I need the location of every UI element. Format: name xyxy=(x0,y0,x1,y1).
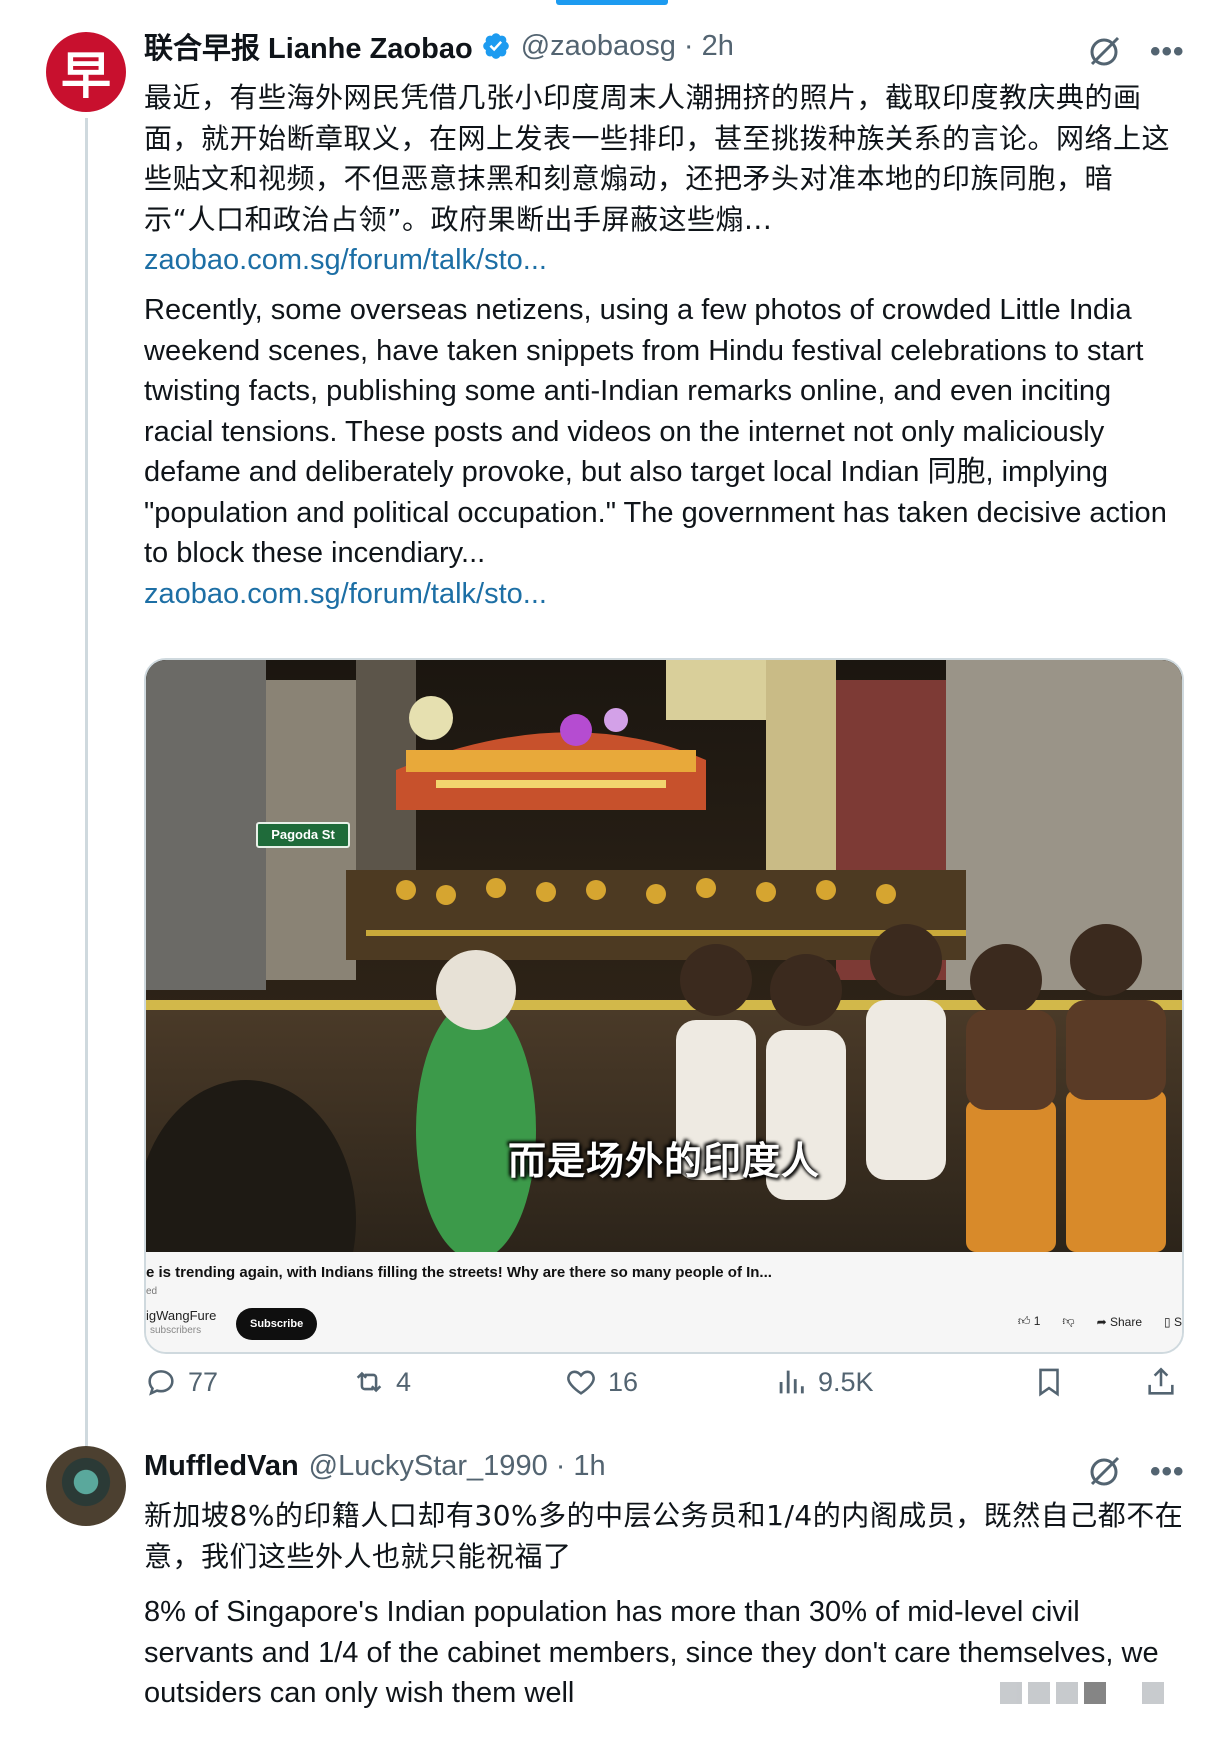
reply-icon xyxy=(148,1370,174,1396)
video-subtitle: 而是场外的印度人 xyxy=(507,1139,820,1183)
embedded-video-card[interactable]: Pagoda St 而是场外的印度人 e is trending again, … xyxy=(144,658,1184,1354)
share-upload-icon xyxy=(1148,1367,1174,1395)
separator-dot: · xyxy=(555,1449,566,1482)
tweet1-zh-body: 最近，有些海外网民凭借几张小印度周末人潮拥挤的照片，截取印度教庆典的画面，就开始… xyxy=(144,81,1171,236)
grok-icon[interactable] xyxy=(1086,34,1122,70)
video-save-button[interactable]: ▯ S xyxy=(1164,1315,1182,1329)
retweet-count: 4 xyxy=(396,1366,412,1397)
more-options-icon[interactable]: ••• xyxy=(1150,35,1185,69)
twitter-thread-screenshot: 早 联合早报 Lianhe Zaobao @zaobaosg · 2h ••• … xyxy=(0,0,1220,1752)
avatar-logo-glyph: 早 xyxy=(61,46,111,105)
muffledvan-avatar[interactable] xyxy=(46,1446,126,1526)
street-sign: Pagoda St xyxy=(256,822,350,848)
video-share-button[interactable]: ➦ Share xyxy=(1097,1315,1142,1329)
tweet2-zh-body: 新加坡8%的印籍人口却有30%多的中层公务员和1/4的内阁成员，既然自己都不在意… xyxy=(144,1499,1184,1573)
like-count: 16 xyxy=(608,1366,639,1397)
tweet1-header: 联合早报 Lianhe Zaobao @zaobaosg · 2h xyxy=(144,24,734,68)
watermark-blocks xyxy=(1000,1680,1170,1706)
tweet1-english-text: Recently, some overseas netizens, using … xyxy=(144,290,1184,614)
reply-count: 77 xyxy=(188,1366,219,1397)
view-count: 9.5K xyxy=(818,1366,874,1397)
save-icon: ▯ xyxy=(1164,1314,1171,1329)
views-button[interactable]: 9.5K xyxy=(774,1358,874,1406)
author-handle[interactable]: @LuckyStar_1990 xyxy=(309,1450,548,1483)
author-handle[interactable]: @zaobaosg xyxy=(521,30,676,63)
video-share-label: Share xyxy=(1110,1314,1143,1329)
tweet1-link-2[interactable]: zaobao.com.sg/forum/talk/sto... xyxy=(144,574,1184,615)
share-button[interactable] xyxy=(1144,1358,1178,1406)
video-actions: 👍︎ 1 👎︎ ➦ Share ▯ S xyxy=(1018,1314,1182,1329)
separator-dot: · xyxy=(683,29,694,62)
thumbs-up-icon: 👍︎ xyxy=(1017,1314,1031,1328)
more-options-icon[interactable]: ••• xyxy=(1150,1455,1185,1489)
like-button[interactable]: 16 xyxy=(564,1358,638,1406)
tweet2-header: MuffledVan @LuckyStar_1990 · 1h xyxy=(144,1444,606,1488)
bookmark-button[interactable] xyxy=(1032,1358,1066,1406)
watermark-block xyxy=(1056,1682,1078,1704)
reply-button[interactable]: 77 xyxy=(144,1358,218,1406)
channel-name[interactable]: igWangFure xyxy=(146,1308,216,1323)
video-like-count: 1 xyxy=(1033,1314,1041,1328)
active-tab-indicator xyxy=(556,0,668,5)
thread-connector-line xyxy=(85,118,88,1458)
video-title-overflow: ed xyxy=(146,1286,158,1297)
video-like-button[interactable]: 👍︎ 1 xyxy=(1018,1314,1041,1329)
zaobao-avatar[interactable]: 早 xyxy=(46,32,126,112)
subscribe-button[interactable]: Subscribe xyxy=(236,1308,318,1340)
watermark-block xyxy=(1084,1682,1106,1704)
share-arrow-icon: ➦ xyxy=(1096,1314,1107,1329)
subscriber-count: subscribers xyxy=(150,1325,202,1336)
verified-badge-icon xyxy=(482,33,509,59)
tweet1-header-actions: ••• xyxy=(1086,30,1185,74)
tweet-time[interactable]: 2h xyxy=(702,30,734,63)
tweet-time[interactable]: 1h xyxy=(573,1450,605,1483)
tweet1-action-bar: 77 4 16 9.5K xyxy=(144,1358,1184,1406)
video-title[interactable]: e is trending again, with Indians fillin… xyxy=(146,1264,772,1281)
bookmark-icon xyxy=(1039,1368,1059,1397)
video-save-label: S xyxy=(1173,1314,1182,1329)
thumbs-down-icon[interactable]: 👎︎ xyxy=(1062,1314,1074,1329)
tweet2-header-actions: ••• xyxy=(1086,1450,1185,1494)
grok-icon[interactable] xyxy=(1086,1454,1122,1490)
retweet-icon xyxy=(356,1371,382,1393)
watermark-block xyxy=(1028,1682,1050,1704)
youtube-info-bar: e is trending again, with Indians fillin… xyxy=(146,1252,1182,1352)
tweet2-chinese-text: 新加坡8%的印籍人口却有30%多的中层公务员和1/4的内阁成员，既然自己都不在意… xyxy=(144,1496,1184,1577)
analytics-icon xyxy=(779,1370,804,1394)
tweet1-en-body: Recently, some overseas netizens, using … xyxy=(144,294,1167,569)
retweet-button[interactable]: 4 xyxy=(352,1358,411,1406)
watermark-block xyxy=(1000,1682,1022,1704)
video-thumbnail[interactable]: Pagoda St 而是场外的印度人 xyxy=(146,660,1182,1252)
watermark-block xyxy=(1142,1682,1164,1704)
tweet1-link-1[interactable]: zaobao.com.sg/forum/talk/sto... xyxy=(144,240,1184,281)
author-name[interactable]: MuffledVan xyxy=(144,1450,299,1483)
tweet1-chinese-text: 最近，有些海外网民凭借几张小印度周末人潮拥挤的照片，截取印度教庆典的画面，就开始… xyxy=(144,78,1184,281)
heart-icon xyxy=(567,1370,595,1395)
author-name[interactable]: 联合早报 Lianhe Zaobao xyxy=(144,25,473,67)
